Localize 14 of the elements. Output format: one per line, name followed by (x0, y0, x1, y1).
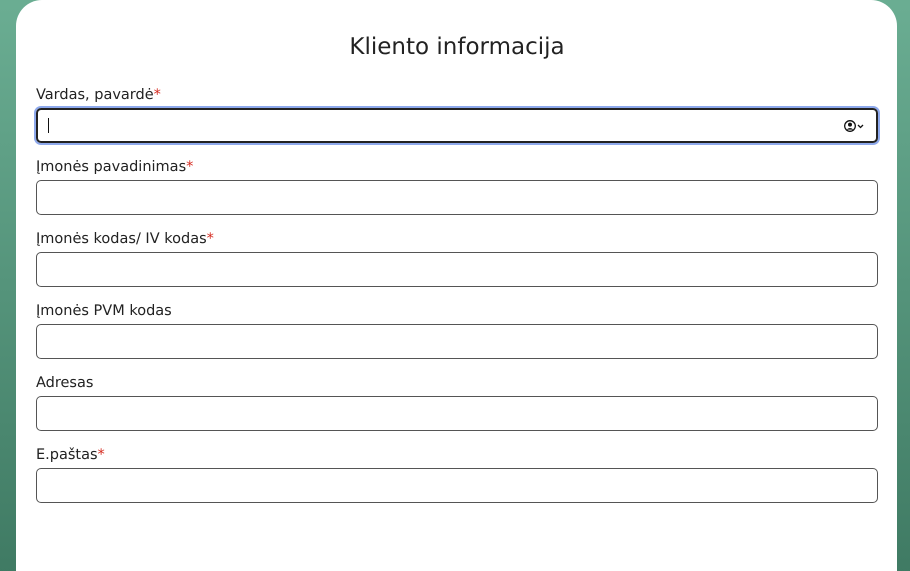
input-field[interactable] (36, 468, 878, 503)
field-label: Įmonės pavadinimas* (36, 159, 194, 175)
input-field[interactable] (36, 396, 878, 431)
field-label: Vardas, pavardė* (36, 87, 161, 103)
form-title: Kliento informacija (348, 34, 566, 60)
input-field[interactable] (36, 324, 878, 359)
field-label: Adresas (36, 375, 94, 391)
input-field[interactable] (36, 180, 878, 215)
input-field[interactable] (36, 108, 878, 143)
contact-autofill-icon[interactable] (844, 120, 866, 132)
field-label: Įmonės PVM kodas (36, 303, 172, 319)
field-label: E.paštas* (36, 447, 105, 463)
field-label: Įmonės kodas/ IV kodas* (36, 231, 214, 247)
input-field[interactable] (36, 252, 878, 287)
